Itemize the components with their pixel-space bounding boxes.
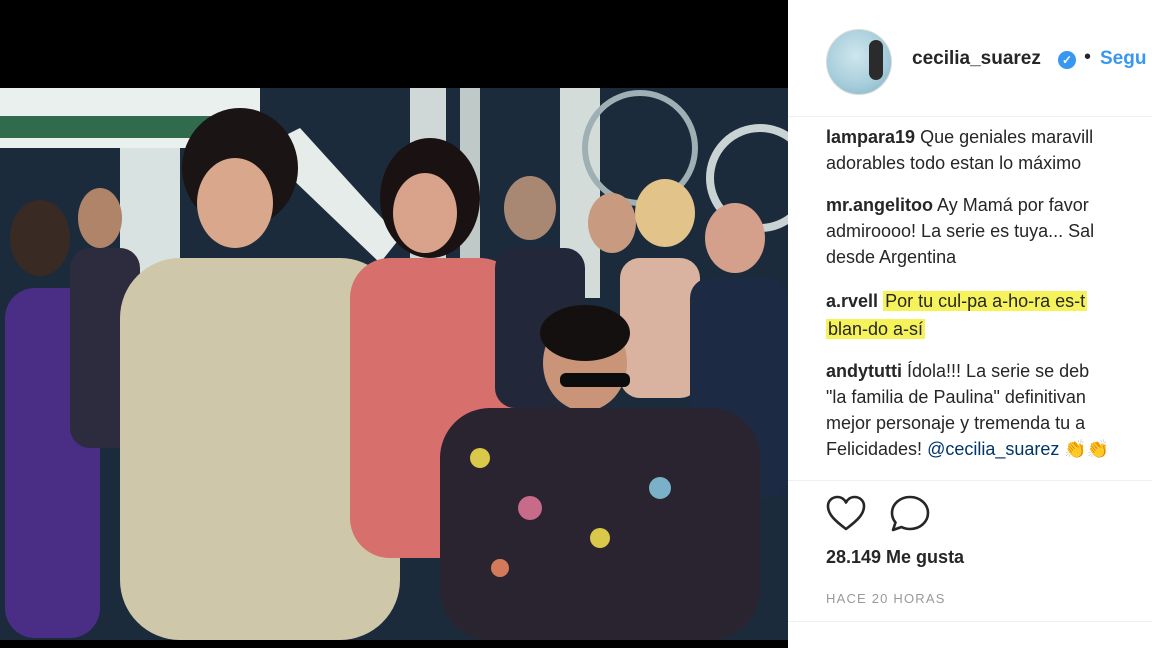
comment-line: Felicidades! @cecilia_suarez 👏👏 (826, 436, 1109, 462)
post-sidebar: cecilia_suarez ✓ • Segu lampara19 Que ge… (788, 0, 1152, 648)
comment-line: lampara19 Que geniales maravill (826, 124, 1093, 150)
like-heart-icon[interactable] (824, 493, 868, 533)
comment-line: admiroooo! La serie es tuya... Sal (826, 218, 1094, 244)
comment-text: Que geniales maravill (920, 127, 1094, 147)
comment-line: "la familia de Paulina" definitivan (826, 384, 1086, 410)
comment-line: a.rvell Por tu cul-pa a-ho-ra es-t (826, 288, 1088, 314)
comment-username[interactable]: andytutti (826, 361, 902, 381)
highlighted-comment-text: Por tu cul-pa a-ho-ra es-t (883, 291, 1088, 311)
verified-badge-icon: ✓ (1058, 51, 1076, 69)
avatar[interactable] (826, 29, 892, 95)
post-timestamp[interactable]: HACE 20 HORAS (826, 591, 946, 606)
mention-link[interactable]: @cecilia_suarez (927, 439, 1059, 459)
comment-line: desde Argentina (826, 244, 956, 270)
separator-dot: • (1084, 46, 1092, 68)
comment-username[interactable]: mr.angelitoo (826, 195, 933, 215)
comment-text: admiroooo! La serie es tuya... Sal (826, 221, 1095, 241)
comment-text: adorables todo estan lo máximo (826, 153, 1082, 173)
comment-text: Felicidades! (826, 439, 928, 459)
divider (788, 621, 1152, 622)
cast-photo-image (0, 88, 788, 640)
comment-text: Ay Mamá por favor (937, 195, 1089, 215)
comment-text: "la familia de Paulina" definitivan (826, 387, 1086, 407)
comment-line: mr.angelitoo Ay Mamá por favor (826, 192, 1089, 218)
post-actions: 28.149 Me gusta HACE 20 HORAS (788, 480, 1152, 639)
follow-button[interactable]: Segu (1100, 48, 1146, 70)
highlighted-comment-text: blan-do a-sí (826, 319, 926, 339)
likes-count[interactable]: 28.149 Me gusta (826, 547, 964, 568)
comment-line: blan-do a-sí (826, 316, 926, 342)
post-header: cecilia_suarez ✓ • Segu (788, 0, 1152, 117)
comment-text: Ídola!!! La serie se deb (907, 361, 1090, 381)
comment-line: adorables todo estan lo máximo (826, 150, 1081, 176)
comment-text: mejor personaje y tremenda tu a (826, 413, 1086, 433)
username-link[interactable]: cecilia_suarez (912, 48, 1041, 70)
comment-username[interactable]: a.rvell (826, 291, 878, 311)
instagram-post: cecilia_suarez ✓ • Segu lampara19 Que ge… (0, 0, 1152, 648)
post-photo[interactable] (0, 88, 788, 640)
clap-emoji-icon: 👏👏 (1064, 439, 1110, 459)
comment-line: mejor personaje y tremenda tu a (826, 410, 1085, 436)
post-media (0, 0, 788, 648)
comment-username[interactable]: lampara19 (826, 127, 915, 147)
comment-line: andytutti Ídola!!! La serie se deb (826, 358, 1089, 384)
comment-text: desde Argentina (826, 247, 957, 267)
comment-bubble-icon[interactable] (888, 493, 932, 533)
